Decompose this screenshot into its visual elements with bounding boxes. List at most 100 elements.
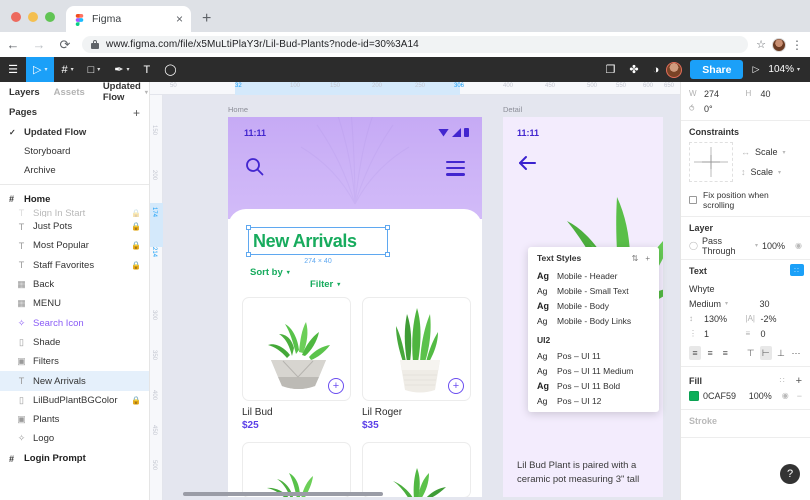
remove-fill-button[interactable]: −: [797, 391, 802, 401]
text-style-item[interactable]: Ag Mobile - Body Links: [528, 313, 659, 328]
forward-button[interactable]: →: [26, 32, 52, 57]
tab-assets[interactable]: Assets: [54, 87, 85, 98]
text-styles-flyout[interactable]: Text Styles ⇅ + Ag Mobile - Header Ag Mo…: [528, 247, 659, 412]
align-right-button[interactable]: ≡: [719, 346, 731, 360]
selection-bounding-box[interactable]: 274 × 40: [246, 225, 390, 265]
font-weight-dropdown[interactable]: Medium ▾: [689, 296, 746, 311]
layer-row-most-popular[interactable]: T Most Popular 🔒: [0, 236, 149, 255]
zoom-level-dropdown[interactable]: 104% ▾: [768, 64, 804, 75]
close-tab-button[interactable]: ×: [176, 13, 183, 25]
fill-opacity-value[interactable]: 100%: [749, 391, 772, 401]
horizontal-constraint-dropdown[interactable]: ↔ Scale ▾: [741, 147, 802, 157]
page-item-updated-flow[interactable]: ✓ Updated Flow: [0, 123, 149, 142]
text-more-options-button[interactable]: ⋯: [790, 346, 802, 360]
product-card[interactable]: + Lil Bud $25: [242, 297, 351, 431]
valign-middle-button[interactable]: ⊢: [759, 346, 772, 360]
add-style-button[interactable]: +: [645, 254, 650, 263]
height-field[interactable]: H 40: [746, 86, 803, 101]
mask-button[interactable]: ◑: [646, 57, 667, 82]
resize-handle-bl[interactable]: [246, 252, 251, 257]
design-canvas[interactable]: 50 32 100 150 200 250 306 400 450 500 55…: [150, 82, 680, 500]
resize-handle-br[interactable]: [385, 252, 390, 257]
constraints-widget[interactable]: [689, 142, 733, 182]
width-field[interactable]: W 274: [689, 86, 746, 101]
blend-mode-value[interactable]: Pass Through: [702, 236, 751, 256]
lock-icon[interactable]: 🔒: [131, 209, 141, 217]
canvas-horizontal-scrollbar[interactable]: [183, 492, 383, 496]
fill-color-swatch[interactable]: [689, 390, 699, 401]
text-style-item[interactable]: Ag Mobile - Small Text: [528, 283, 659, 298]
layer-row-staff-favorites[interactable]: T Staff Favorites 🔒: [0, 256, 149, 275]
resize-handle-tl[interactable]: [246, 225, 251, 230]
valign-bottom-button[interactable]: ⊥: [775, 346, 787, 360]
vertical-constraint-dropdown[interactable]: ↕ Scale ▾: [741, 167, 802, 177]
lock-icon[interactable]: 🔒: [131, 396, 141, 405]
layer-row-back[interactable]: ▦ Back: [0, 275, 149, 294]
align-center-button[interactable]: ≡: [704, 346, 716, 360]
reload-button[interactable]: ⟳: [52, 32, 78, 57]
components-button[interactable]: ❐: [599, 57, 623, 82]
font-family-row[interactable]: Whyte: [689, 281, 802, 296]
frame-label-home[interactable]: Home: [228, 105, 248, 114]
share-button[interactable]: Share: [690, 60, 744, 79]
layer-row-filters[interactable]: ▣ Filters: [0, 352, 149, 371]
valign-top-button[interactable]: ⊤: [745, 346, 757, 360]
text-styles-button[interactable]: ::: [790, 264, 804, 276]
browser-menu-icon[interactable]: ⋮: [791, 38, 803, 52]
product-card[interactable]: [362, 442, 471, 497]
address-bar[interactable]: www.figma.com/file/x5MuLtiPlaY3r/Lil-Bud…: [82, 36, 749, 53]
align-left-button[interactable]: ≡: [689, 346, 702, 360]
present-button[interactable]: ▷: [743, 64, 768, 75]
frame-label-detail[interactable]: Detail: [503, 105, 522, 114]
layer-row-lilbudplantbgcolor[interactable]: ▯ LilBudPlantBGColor 🔒: [0, 391, 149, 410]
layer-row-logo[interactable]: ✧ Logo: [0, 429, 149, 448]
add-fill-button[interactable]: +: [796, 375, 802, 387]
text-tool-button[interactable]: T: [137, 57, 158, 82]
lock-icon[interactable]: 🔒: [131, 241, 141, 250]
fix-position-checkbox[interactable]: [689, 196, 697, 204]
font-size-field[interactable]: 30: [746, 296, 803, 311]
eye-icon[interactable]: ◉: [782, 391, 789, 400]
shape-tool-button[interactable]: □ ▾: [81, 57, 108, 82]
layer-row-shade[interactable]: ▯ Shade: [0, 333, 149, 352]
canvas-stage[interactable]: Home 11:11 New Arrivals 274 × 40 Sort by…: [163, 95, 680, 500]
line-height-field[interactable]: ↕ 130%: [689, 311, 746, 326]
help-button[interactable]: ?: [780, 464, 800, 484]
fill-hex-value[interactable]: 0CAF59: [703, 391, 736, 401]
sort-icon[interactable]: ⇅: [632, 254, 639, 263]
maximize-window-button[interactable]: [45, 12, 55, 22]
fill-styles-icon[interactable]: ∷: [779, 376, 784, 385]
user-avatar[interactable]: [666, 61, 683, 78]
add-to-cart-button[interactable]: +: [328, 378, 344, 394]
pen-tool-button[interactable]: ✒ ▾: [107, 57, 136, 82]
layer-row-menu[interactable]: ▦ MENU: [0, 294, 149, 313]
constraint-right-bar[interactable]: [720, 161, 728, 163]
move-tool-button[interactable]: ▷ ▾: [26, 57, 55, 82]
layer-row-plants[interactable]: ▣ Plants: [0, 410, 149, 429]
home-frame[interactable]: 11:11 New Arrivals 274 × 40 Sort by ▾ Fi…: [228, 117, 482, 497]
frame-item-login-prompt[interactable]: # Login Prompt: [0, 449, 149, 469]
constraint-top-bar[interactable]: [710, 147, 712, 155]
layer-row-just-pots[interactable]: T Just Pots 🔒: [0, 217, 149, 236]
product-card[interactable]: + Lil Roger $35: [362, 297, 471, 431]
figma-main-menu-button[interactable]: ☰: [0, 57, 26, 82]
page-item-storyboard[interactable]: Storyboard: [0, 142, 149, 161]
fix-position-row[interactable]: Fix position when scrolling: [689, 190, 802, 210]
file-name-label[interactable]: Updated Flow ▾: [103, 81, 148, 103]
eye-icon[interactable]: ◉: [795, 241, 802, 250]
new-tab-button[interactable]: +: [202, 10, 211, 28]
product-card[interactable]: [242, 442, 351, 497]
page-item-archive[interactable]: Archive: [0, 161, 149, 180]
text-style-item[interactable]: Ag Pos – UI 11 Medium: [528, 363, 659, 378]
browser-tab[interactable]: Figma ×: [66, 6, 191, 32]
rotation-field[interactable]: ⥀ 0°: [689, 101, 802, 116]
text-style-item[interactable]: Ag Pos – UI 11 Bold: [528, 378, 659, 393]
lock-icon[interactable]: 🔒: [131, 222, 141, 231]
back-arrow-icon[interactable]: [517, 155, 537, 171]
constraint-left-bar[interactable]: [694, 161, 702, 163]
add-page-button[interactable]: +: [133, 106, 140, 120]
paragraph-spacing-field[interactable]: ⋮ 1: [689, 326, 746, 341]
search-icon[interactable]: [245, 157, 264, 176]
minimize-window-button[interactable]: [28, 12, 38, 22]
frame-tool-button[interactable]: # ▾: [54, 57, 80, 82]
